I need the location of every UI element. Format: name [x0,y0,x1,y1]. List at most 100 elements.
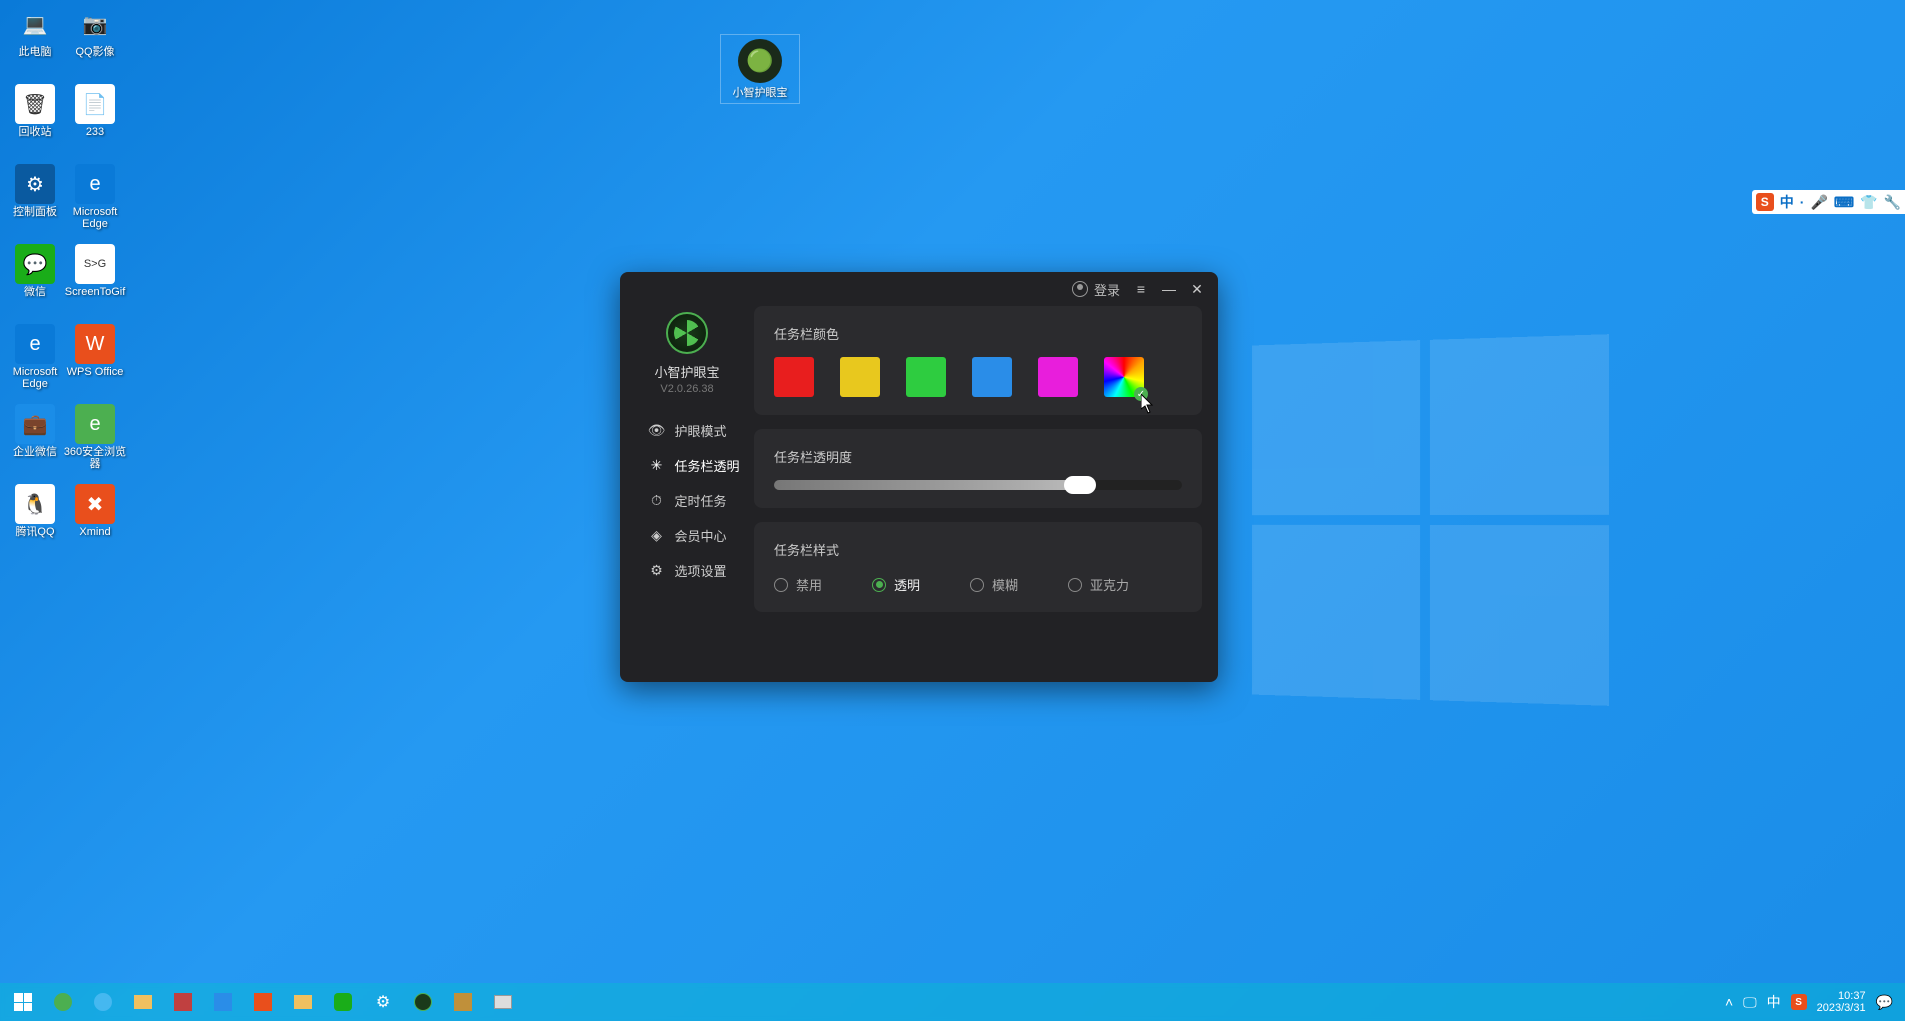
ime-punct-icon[interactable]: · [1800,194,1805,210]
nav-item-4[interactable]: ⚙ 选项设置 [634,553,739,588]
desktop-icon[interactable]: e Microsoft Edge [60,160,130,240]
ime-tool-icon[interactable]: 🔧 [1884,194,1901,211]
ime-keyboard-icon[interactable]: ⌨ [1834,194,1854,211]
ime-floating-bar[interactable]: S 中 · 🎤 ⌨ 👕 🔧 [1752,190,1905,214]
style-radio-1[interactable]: 透明 [872,575,920,594]
desktop-icon-xiaozhi[interactable]: 🟢 小智护眼宝 [720,34,800,104]
desktop-icon-glyph: e [75,164,115,204]
tray-time-label: 10:37 [1838,990,1866,1002]
desktop-icon-glyph: ⚙ [15,164,55,204]
card-title: 任务栏样式 [774,540,1182,559]
ime-skin-icon[interactable]: 👕 [1860,194,1877,211]
color-swatch-1[interactable] [840,357,880,397]
style-radio-3[interactable]: 亚克力 [1068,575,1129,594]
nav-item-0[interactable]: 👁 护眼模式 [634,413,739,448]
radio-label: 透明 [894,575,920,594]
desktop-icon[interactable]: W WPS Office [60,320,130,400]
app-version-label: V2.0.26.38 [660,383,713,395]
login-button[interactable]: 登录 [1072,280,1120,299]
desktop-icon-label: 360安全浏览器 [63,446,127,470]
desktop-icon[interactable]: S>G ScreenToGif [60,240,130,320]
color-swatch-3[interactable] [972,357,1012,397]
start-button[interactable] [6,987,40,1017]
taskbar-color-card: 任务栏颜色 ✓ [754,306,1202,415]
color-swatch-4[interactable] [1038,357,1078,397]
desktop-icon[interactable]: 📷 QQ影像 [60,0,130,80]
desktop-icon-label: QQ影像 [75,46,114,58]
desktop-icon-glyph: W [75,324,115,364]
minimize-icon[interactable]: — [1162,281,1176,297]
sogou-logo-icon: S [1756,193,1774,211]
taskbar-opacity-card: 任务栏透明度 [754,429,1202,508]
desktop-icon[interactable]: ✖ Xmind [60,480,130,560]
desktop-icon-glyph: e [15,324,55,364]
radio-dot-icon [872,578,886,592]
style-radio-0[interactable]: 禁用 [774,575,822,594]
desktop-icon[interactable]: e 360安全浏览器 [60,400,130,480]
close-icon[interactable]: ✕ [1190,281,1204,298]
taskbar-app-generic1[interactable] [446,987,480,1017]
radio-label: 禁用 [796,575,822,594]
color-swatch-2[interactable] [906,357,946,397]
nav-item-1[interactable]: ✳ 任务栏透明 [634,448,739,483]
tray-ime-badge[interactable]: 中 [1767,992,1781,1012]
taskbar-app-360[interactable] [46,987,80,1017]
nav-icon: ✳ [648,458,664,474]
desktop-icon-label: Microsoft Edge [3,366,67,390]
desktop-icon-label: 此电脑 [19,46,52,58]
desktop-icon-label: ScreenToGif [65,286,126,298]
taskbar-app-folder[interactable] [286,987,320,1017]
color-swatch-5[interactable]: ✓ [1104,357,1144,397]
desktop-icon-glyph: 📷 [75,4,115,44]
slider-thumb[interactable] [1064,476,1096,494]
desktop-icon-label: 企业微信 [13,446,57,458]
taskbar-tray: ˄ 🖵 中 S 10:37 2023/3/31 💬 [1725,990,1899,1014]
nav-label: 会员中心 [674,526,726,545]
nav-label: 任务栏透明 [674,456,739,475]
app-window: 登录 ≡ — ✕ 小智护眼宝 V2.0.26.38 👁护眼模式✳任务栏透明⏱定时… [620,272,1218,682]
taskbar-app-explorer[interactable] [126,987,160,1017]
nav-icon: 👁 [648,423,664,439]
taskbar-left: ⚙ [6,987,520,1017]
desktop-icon-label: Xmind [79,526,110,538]
nav-item-3[interactable]: ◈会员中心 [634,518,739,553]
taskbar-app-wechat[interactable] [326,987,360,1017]
taskbar[interactable]: ⚙ ˄ 🖵 中 S 10:37 2023/3/31 💬 [0,983,1905,1021]
nav-label: 选项设置 [674,561,726,580]
check-icon: ✓ [1134,387,1148,401]
desktop-icon-glyph: 🐧 [15,484,55,524]
tray-sogou-icon[interactable]: S [1791,994,1807,1010]
color-swatches-row: ✓ [774,357,1182,397]
desktop-icon[interactable]: 📄 233 [60,80,130,160]
taskbar-app-wps[interactable] [246,987,280,1017]
nav-label: 定时任务 [674,491,726,510]
taskbar-app-xiaozhi[interactable] [406,987,440,1017]
nav-icon: ⚙ [648,563,664,579]
tray-date-label: 2023/3/31 [1817,1002,1866,1014]
nav-icon: ⏱ [648,493,664,509]
nav-label: 护眼模式 [674,421,726,440]
taskbar-app-edge[interactable] [86,987,120,1017]
nav-item-2[interactable]: ⏱ 定时任务 [634,483,739,518]
taskbar-app-settings[interactable]: ⚙ [366,987,400,1017]
tray-chevron-up-icon[interactable]: ˄ [1725,994,1733,1010]
taskbar-app-generic2[interactable] [486,987,520,1017]
tray-notifications-icon[interactable]: 💬 [1876,994,1893,1011]
desktop-icon-label: Microsoft Edge [63,206,127,230]
windows-logo-watermark [1252,334,1609,706]
radio-dot-icon [774,578,788,592]
taskbar-app-snip[interactable] [166,987,200,1017]
style-radio-2[interactable]: 模糊 [970,575,1018,594]
ime-lang-label[interactable]: 中 [1780,192,1794,212]
desktop-icon-label: 233 [86,126,104,138]
desktop-icons-area: 💻 此电脑📷 QQ影像🗑 回收站📄 233⚙ 控制面板e Microsoft E… [0,0,120,560]
color-swatch-0[interactable] [774,357,814,397]
tray-network-icon[interactable]: 🖵 [1743,994,1757,1011]
ime-voice-icon[interactable]: 🎤 [1810,194,1827,211]
tray-clock[interactable]: 10:37 2023/3/31 [1817,990,1866,1014]
desktop-icon-glyph: 🗑 [15,84,55,124]
taskbar-app-video[interactable] [206,987,240,1017]
user-icon [1072,281,1088,297]
menu-icon[interactable]: ≡ [1134,281,1148,297]
opacity-slider[interactable] [774,480,1182,490]
